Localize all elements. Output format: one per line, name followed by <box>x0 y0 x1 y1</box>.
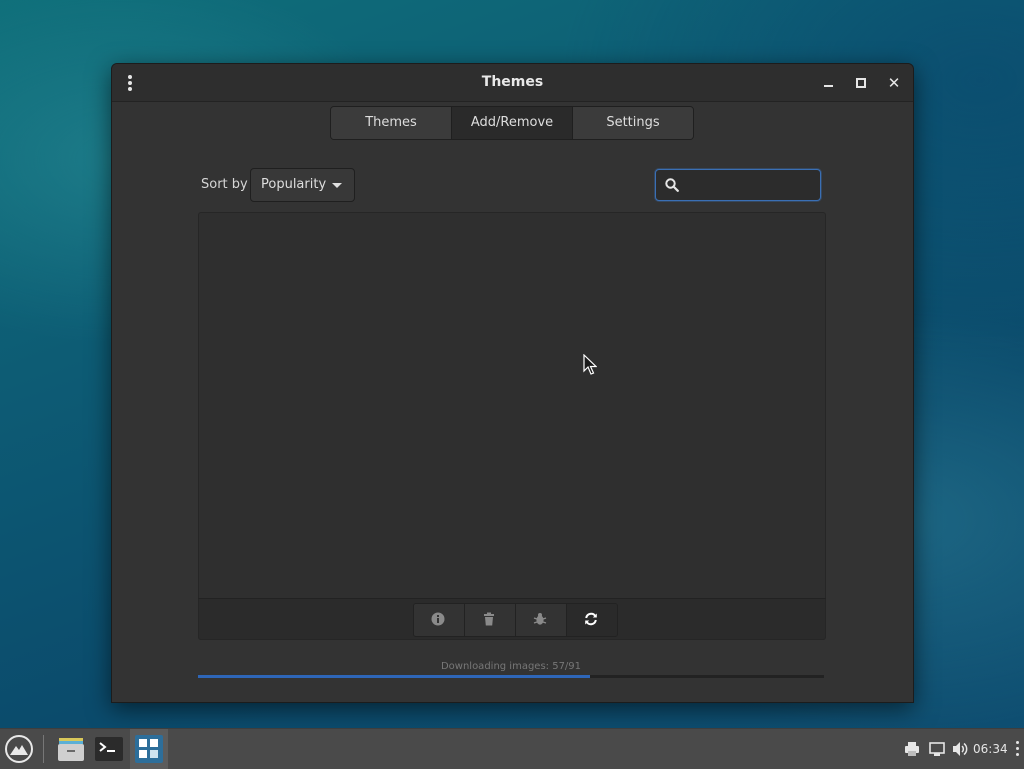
mouse-cursor-icon <box>583 354 597 375</box>
app-launcher-button[interactable] <box>2 729 36 769</box>
search-input[interactable] <box>686 174 816 198</box>
progress-bar <box>198 675 824 678</box>
file-manager-button[interactable] <box>54 729 88 769</box>
chevron-down-icon <box>332 183 342 188</box>
themes-app-button[interactable] <box>130 729 168 769</box>
taskbar-separator <box>43 735 44 763</box>
clock[interactable]: 06:34 <box>973 729 1008 769</box>
file-manager-icon <box>58 738 84 761</box>
progress-status: Downloading images: 57/91 <box>440 661 582 672</box>
sort-dropdown[interactable]: Popularity <box>250 168 355 202</box>
network-icon <box>929 742 945 756</box>
terminal-button[interactable] <box>92 729 126 769</box>
refresh-icon <box>585 612 597 626</box>
list-toolbar <box>198 598 826 640</box>
themes-app-icon <box>135 735 163 763</box>
tab-bar: Themes Add/Remove Settings <box>330 106 694 140</box>
printer-tray-button[interactable] <box>902 729 922 769</box>
titlebar[interactable]: Themes ✕ <box>112 64 913 102</box>
sort-dropdown-value: Popularity <box>261 177 327 192</box>
maximize-button[interactable] <box>852 74 870 92</box>
tab-settings[interactable]: Settings <box>573 107 693 139</box>
volume-icon <box>953 742 968 756</box>
launcher-icon <box>5 735 33 763</box>
search-icon <box>665 178 679 192</box>
minimize-button[interactable] <box>819 74 837 92</box>
info-icon <box>431 612 445 626</box>
more-icon[interactable] <box>1016 741 1020 757</box>
remove-button[interactable] <box>465 604 516 636</box>
network-tray-button[interactable] <box>928 729 948 769</box>
list-toolbar-buttons <box>413 603 618 637</box>
tab-add-remove[interactable]: Add/Remove <box>452 107 573 139</box>
tab-themes[interactable]: Themes <box>331 107 452 139</box>
trash-icon <box>484 612 494 626</box>
refresh-button[interactable] <box>567 604 617 636</box>
report-bug-button[interactable] <box>516 604 567 636</box>
info-button[interactable] <box>414 604 465 636</box>
search-field[interactable] <box>655 169 821 201</box>
window-title: Themes <box>481 74 544 90</box>
close-button[interactable]: ✕ <box>885 74 903 92</box>
taskbar: 06:34 <box>0 728 1024 769</box>
printer-icon <box>905 742 919 756</box>
volume-tray-button[interactable] <box>951 729 971 769</box>
themes-window: Themes ✕ Themes Add/Remove Settings Sort… <box>111 63 914 703</box>
terminal-icon <box>95 737 123 761</box>
bug-icon <box>533 613 547 625</box>
sort-by-label: Sort by <box>201 177 248 192</box>
progress-fill <box>198 675 591 678</box>
themes-list[interactable] <box>198 212 826 640</box>
